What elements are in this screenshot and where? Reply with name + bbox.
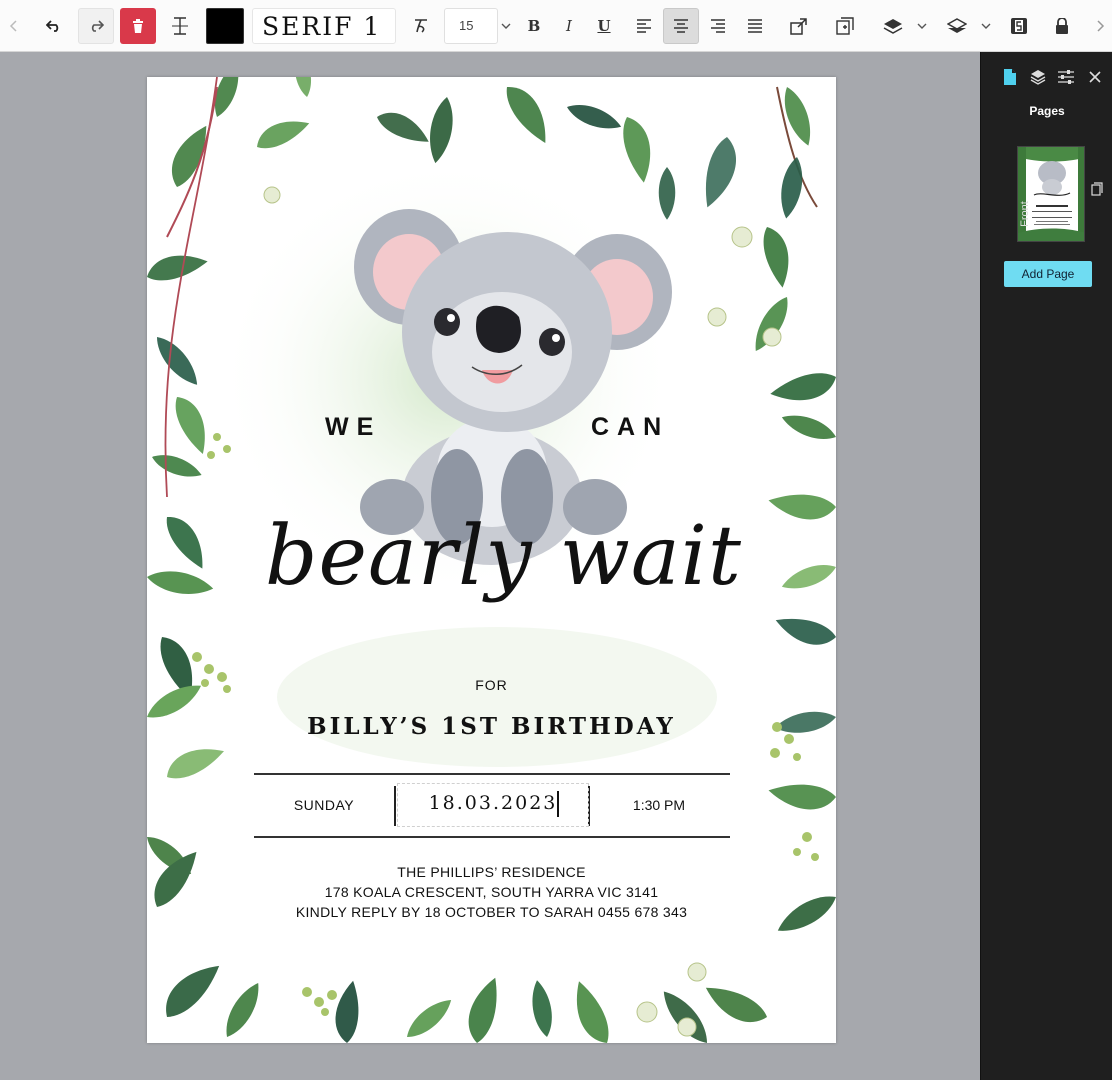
align-left-button[interactable] <box>626 8 662 44</box>
add-page-button[interactable]: Add Page <box>1004 261 1092 287</box>
editor-toolbar: SERIF 1 15 B I U <box>0 0 1112 52</box>
left-separator <box>394 786 396 826</box>
bottom-divider <box>254 836 730 838</box>
duplicate-page-icon[interactable] <box>1091 182 1105 198</box>
settings-tab[interactable] <box>1056 66 1076 88</box>
align-right-button[interactable] <box>700 8 736 44</box>
text-color-swatch[interactable] <box>206 8 244 44</box>
scroll-left-icon[interactable] <box>4 8 24 44</box>
layer-down-dropdown-icon[interactable] <box>976 8 996 44</box>
font-size-dropdown-icon[interactable] <box>496 8 516 44</box>
text-spacing-icon <box>172 17 188 35</box>
top-divider <box>254 773 730 775</box>
text-spacing-button[interactable] <box>162 8 198 44</box>
font-size-input[interactable]: 15 <box>444 8 498 44</box>
date-text[interactable]: 18.03.2023 <box>397 792 589 814</box>
layers-tab[interactable] <box>1028 66 1048 88</box>
font-family-select[interactable]: SERIF 1 <box>252 8 396 44</box>
address-line-1[interactable]: THE PHILLIPS’ RESIDENCE <box>147 864 836 880</box>
page-icon <box>1004 69 1016 85</box>
front-page-label: Front <box>1019 201 1031 227</box>
align-center-button[interactable] <box>663 8 699 44</box>
delete-button[interactable] <box>120 8 156 44</box>
layer-up-dropdown-icon[interactable] <box>912 8 932 44</box>
italic-button[interactable]: I <box>551 8 587 44</box>
layers-icon <box>1030 70 1046 85</box>
resize-button[interactable] <box>781 8 817 44</box>
close-sidebar-icon[interactable] <box>1085 66 1105 88</box>
for-text[interactable]: FOR <box>147 677 836 693</box>
redo-button[interactable] <box>78 8 114 44</box>
layer-down-button[interactable] <box>939 8 975 44</box>
layers-up-icon <box>883 19 903 34</box>
lock-icon <box>1056 18 1068 34</box>
pages-title: Pages <box>1029 104 1065 118</box>
pages-sidebar: Pages Add Page <box>980 52 1112 1080</box>
address-line-2[interactable]: 178 KOALA CRESCENT, SOUTH YARRA VIC 3141 <box>147 884 836 900</box>
rsvp-line[interactable]: KINDLY REPLY BY 18 OCTOBER TO SARAH 0455… <box>147 904 836 920</box>
sliders-icon <box>1058 70 1074 84</box>
text-caret <box>557 791 559 817</box>
align-center-icon <box>674 19 688 33</box>
scroll-right-icon[interactable] <box>1090 8 1110 44</box>
align-left-icon <box>637 19 651 33</box>
align-justify-icon <box>748 19 762 33</box>
save-icon <box>1011 18 1027 34</box>
day-text[interactable]: SUNDAY <box>274 797 374 813</box>
text-style-icon <box>415 19 427 33</box>
we-text[interactable]: WE <box>325 413 381 442</box>
lock-button[interactable] <box>1044 8 1080 44</box>
birthday-title[interactable]: BILLY’S 1ST BIRTHDAY <box>147 713 836 740</box>
undo-button[interactable] <box>36 8 72 44</box>
layer-up-button[interactable] <box>875 8 911 44</box>
align-right-icon <box>711 19 725 33</box>
can-text[interactable]: CAN <box>591 413 669 442</box>
save-button[interactable] <box>1001 8 1037 44</box>
bold-button[interactable]: B <box>516 8 552 44</box>
resize-icon <box>790 18 807 35</box>
layers-down-icon <box>947 18 967 33</box>
align-justify-button[interactable] <box>737 8 773 44</box>
script-title[interactable]: bearly wait <box>265 509 785 604</box>
duplicate-button[interactable] <box>827 8 863 44</box>
trash-icon <box>133 19 143 33</box>
invitation-page[interactable]: WE CAN bearly wait FOR BILLY’S 1ST BIRTH… <box>147 77 836 1043</box>
underline-button[interactable]: U <box>586 8 622 44</box>
pages-tab[interactable] <box>1000 66 1020 88</box>
font-style-button[interactable] <box>403 8 439 44</box>
duplicate-icon <box>836 17 854 35</box>
time-text[interactable]: 1:30 PM <box>609 797 709 813</box>
